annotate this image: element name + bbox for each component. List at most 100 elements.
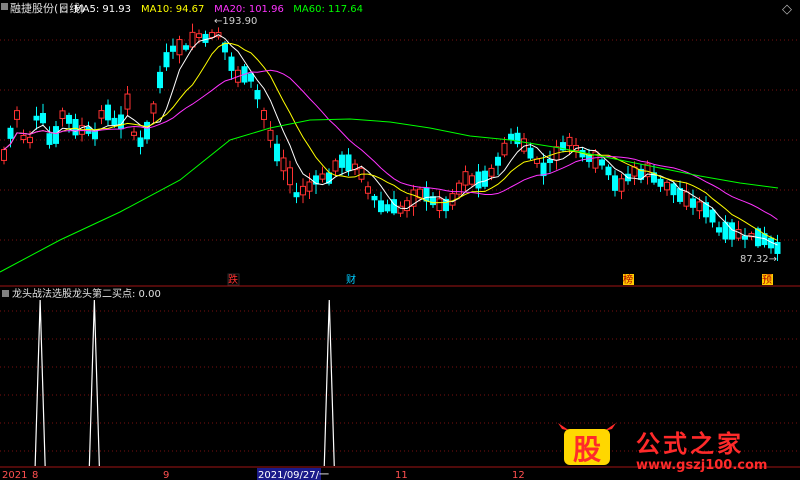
candle-body bbox=[664, 181, 670, 191]
candle-body bbox=[709, 209, 716, 223]
ma-legend-item: MA10: 94.67 bbox=[141, 4, 204, 15]
candle-body bbox=[40, 113, 46, 124]
event-markers: 跌 财 榜 预 bbox=[227, 273, 773, 286]
date-cursor-label: 2021/09/27/一 bbox=[258, 470, 329, 480]
candle-body bbox=[599, 159, 605, 166]
date-label: 8 bbox=[32, 470, 38, 480]
candle-body bbox=[488, 167, 495, 177]
candle-body bbox=[98, 110, 105, 119]
candle-body bbox=[1, 149, 7, 161]
watermark-badge-icon: 股 bbox=[558, 423, 616, 466]
candle-body bbox=[254, 90, 261, 100]
candle-body bbox=[14, 110, 20, 120]
candle-body bbox=[339, 154, 345, 168]
ma20-line bbox=[3, 69, 778, 221]
event-marker[interactable]: 财 bbox=[346, 273, 356, 286]
panel-collapse-arrow-icon[interactable]: ◇ bbox=[782, 2, 792, 17]
candle-body bbox=[365, 186, 371, 194]
indicator-value: 龙头第二买点: 0.00 bbox=[72, 287, 161, 300]
candlestick-series bbox=[1, 23, 781, 261]
ma10-line bbox=[3, 42, 778, 241]
candle-body bbox=[508, 133, 514, 140]
candle-body bbox=[527, 147, 534, 159]
candle-body bbox=[547, 158, 553, 164]
candle-body bbox=[501, 142, 508, 156]
date-label: 12 bbox=[512, 470, 525, 480]
candle-body bbox=[482, 170, 488, 187]
stock-chart: 融捷股份(日线) ⊙ MA5: 91.93 MA10: 94.67 MA20: 10… bbox=[0, 1, 800, 480]
candle-body bbox=[72, 118, 79, 136]
watermark-badge: 股 bbox=[573, 433, 601, 466]
candle-body bbox=[261, 110, 267, 120]
high-price-label: ←193.90 bbox=[214, 16, 257, 27]
low-price-label: 87.32→ bbox=[740, 254, 777, 265]
candle-body bbox=[462, 171, 469, 186]
candle-body bbox=[612, 175, 618, 191]
candle-body bbox=[449, 193, 456, 206]
indicator-spike bbox=[88, 299, 100, 467]
candle-body bbox=[319, 173, 326, 180]
candle-body bbox=[540, 162, 547, 177]
date-label: 9 bbox=[163, 470, 169, 480]
candle-body bbox=[27, 136, 33, 144]
candle-body bbox=[618, 178, 625, 192]
indicator-collapse-icon[interactable] bbox=[2, 290, 9, 297]
candle-body bbox=[521, 138, 527, 152]
candle-body bbox=[690, 198, 696, 208]
candle-body bbox=[300, 185, 306, 196]
candle-body bbox=[404, 200, 410, 212]
candle-body bbox=[59, 110, 66, 120]
candle-body bbox=[430, 196, 436, 206]
candle-body bbox=[306, 181, 313, 192]
candle-body bbox=[124, 93, 131, 110]
candle-body bbox=[716, 227, 722, 233]
candle-body bbox=[105, 104, 111, 121]
grid-lines bbox=[0, 39, 800, 452]
candle-body bbox=[514, 132, 521, 145]
candle-body bbox=[131, 131, 137, 136]
candle-body bbox=[280, 157, 287, 172]
ma-params-icon: ⊙ bbox=[60, 4, 68, 15]
candle-body bbox=[670, 183, 677, 196]
candle-body bbox=[189, 31, 196, 48]
candle-body bbox=[170, 45, 176, 52]
candle-body bbox=[157, 71, 163, 89]
candle-body bbox=[345, 154, 352, 172]
panel-collapse-icon[interactable] bbox=[1, 3, 8, 10]
candle-body bbox=[683, 191, 690, 207]
candle-body bbox=[144, 121, 150, 140]
date-label: 2021 bbox=[2, 470, 27, 480]
candle-body bbox=[267, 129, 274, 141]
candle-body bbox=[495, 156, 501, 166]
candle-body bbox=[66, 114, 72, 124]
candle-body bbox=[456, 182, 462, 195]
candle-body bbox=[677, 188, 683, 202]
candle-body bbox=[274, 143, 280, 162]
event-marker[interactable]: 跌 bbox=[228, 273, 238, 286]
candle-body bbox=[176, 39, 183, 56]
candle-body bbox=[384, 204, 391, 212]
indicator-spike bbox=[34, 299, 46, 467]
ma-legend-item: MA20: 101.96 bbox=[214, 4, 284, 15]
candle-body bbox=[436, 198, 443, 212]
candle-body bbox=[287, 167, 293, 186]
candle-body bbox=[111, 117, 118, 126]
candle-body bbox=[7, 127, 14, 139]
candle-body bbox=[332, 160, 339, 172]
candle-body bbox=[46, 133, 53, 145]
candle-body bbox=[469, 175, 475, 185]
event-marker[interactable]: 榜 bbox=[623, 273, 633, 286]
date-label: 11 bbox=[395, 470, 408, 480]
indicator-spike bbox=[323, 299, 335, 467]
candle-body bbox=[20, 134, 27, 141]
candle-body bbox=[735, 229, 742, 239]
candle-body bbox=[605, 166, 612, 176]
candle-body bbox=[202, 33, 209, 43]
candle-body bbox=[248, 73, 254, 82]
candle-body bbox=[566, 136, 573, 147]
event-marker[interactable]: 预 bbox=[762, 274, 772, 286]
candle-body bbox=[696, 201, 703, 212]
ma-legend: MA5: 91.93 MA10: 94.67 MA20: 101.96 MA60: 1… bbox=[74, 4, 363, 15]
candle-body bbox=[475, 171, 482, 189]
candle-body bbox=[183, 45, 189, 50]
